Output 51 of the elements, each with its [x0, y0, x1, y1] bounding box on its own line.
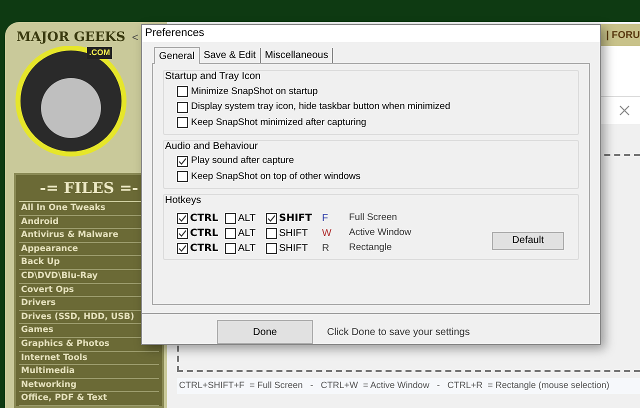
modifier-label: CTRL	[190, 212, 218, 226]
checkbox[interactable]	[177, 86, 188, 98]
group-title: Startup and Tray Icon	[164, 70, 262, 84]
hotkey-action: Active Window	[349, 226, 412, 240]
close-icon[interactable]	[619, 105, 630, 116]
option-label: Minimize SnapShot on startup	[191, 84, 318, 99]
checkbox[interactable]	[266, 228, 277, 238]
checkbox[interactable]	[177, 171, 188, 182]
checkbox[interactable]	[266, 242, 277, 254]
modifier-label: SHIFT	[279, 212, 312, 226]
option-label: Display system tray icon, hide taskbar button when minimized	[191, 100, 450, 114]
modifier-label: CTRL	[190, 226, 218, 240]
hotkey-letter: W	[322, 226, 332, 240]
checkbox[interactable]	[177, 212, 188, 224]
modifier-label: SHIFT	[279, 242, 308, 256]
files-heading: -= FILES =-	[38, 178, 140, 199]
group-title: Hotkeys	[164, 194, 202, 208]
option-label: Keep SnapShot on top of other windows	[191, 170, 361, 184]
done-button[interactable]: Done	[217, 320, 313, 344]
forum-link[interactable]: | FORU	[606, 28, 640, 42]
hotkey-action: Rectangle	[349, 240, 392, 255]
default-button[interactable]: Default	[492, 232, 564, 250]
done-hint: Click Done to save your settings	[327, 326, 470, 340]
checkbox[interactable]	[177, 117, 188, 128]
category-link[interactable]: Office, PDF & Text	[19, 392, 159, 406]
checkbox[interactable]	[266, 212, 277, 224]
checkbox[interactable]	[177, 102, 188, 113]
checkbox[interactable]	[177, 228, 188, 238]
back-arrow-link[interactable]: <	[132, 30, 138, 46]
checkbox[interactable]	[225, 242, 236, 254]
modifier-label: CTRL	[190, 242, 218, 256]
checkbox[interactable]	[225, 212, 236, 224]
category-link[interactable]: Multimedia	[19, 365, 159, 379]
checkbox[interactable]	[177, 242, 188, 254]
hotkey-action: Full Screen	[349, 210, 398, 225]
modifier-label: SHIFT	[279, 226, 308, 240]
category-link[interactable]: Internet Tools	[19, 352, 159, 366]
category-link[interactable]: Networking	[19, 378, 159, 392]
checkbox[interactable]	[225, 228, 236, 238]
checkbox[interactable]	[177, 156, 188, 167]
option-label: Keep SnapShot minimized after capturing	[191, 116, 366, 130]
group-title: Audio and Behaviour	[164, 140, 259, 154]
hotkey-letter: R	[322, 242, 330, 256]
modifier-label: ALT	[238, 226, 256, 240]
hotkey-letter: F	[322, 212, 330, 226]
tab[interactable]: General	[154, 47, 200, 64]
shortcut-hint: CTRL+SHIFT+F = Full Screen - CTRL+W = Active Window - CTRL+R = Rectangle (mouse selection)	[177, 378, 640, 394]
modifier-label: ALT	[238, 212, 256, 226]
option-label: Play sound after capture	[191, 154, 294, 168]
modifier-label: ALT	[238, 242, 256, 256]
dialog-title: Preferences	[145, 26, 204, 42]
